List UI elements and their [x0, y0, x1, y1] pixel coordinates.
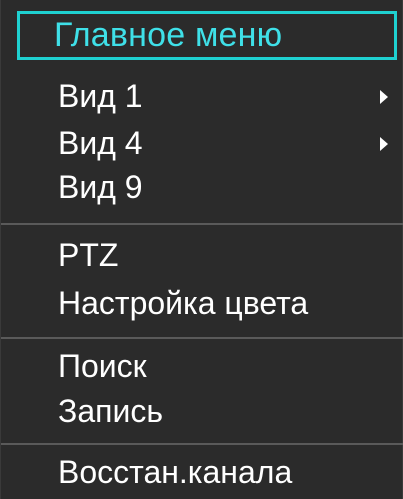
menu-item-label: Вид 4: [58, 125, 143, 161]
menu-item-view-9[interactable]: Вид 9: [1, 165, 403, 209]
menu-item-label: Поиск: [58, 348, 147, 384]
divider: [1, 443, 403, 445]
menu-item-label: Запись: [58, 393, 163, 429]
menu-item-label: PTZ: [58, 237, 119, 273]
chevron-right-icon: [380, 137, 388, 151]
menu-item-record[interactable]: Запись: [1, 389, 403, 433]
menu-item-view-1[interactable]: Вид 1: [1, 74, 403, 118]
menu-item-label: Вид 9: [58, 169, 143, 205]
menu-item-search[interactable]: Поиск: [1, 344, 403, 388]
chevron-right-icon: [380, 90, 388, 104]
menu-item-label: Настройка цвета: [58, 285, 309, 321]
menu-item-label: Восстан.канала: [58, 454, 293, 490]
menu-item-channel-restore[interactable]: Восстан.канала: [1, 450, 403, 494]
main-menu: Главное меню Вид 1 Вид 4 Вид 9 PTZ Настр…: [0, 0, 403, 499]
divider: [1, 337, 403, 339]
menu-item-color-settings[interactable]: Настройка цвета: [1, 281, 403, 325]
menu-title: Главное меню: [17, 11, 397, 60]
menu-item-ptz[interactable]: PTZ: [1, 233, 403, 277]
menu-item-label: Вид 1: [58, 78, 143, 114]
divider: [1, 223, 403, 225]
menu-item-view-4[interactable]: Вид 4: [1, 121, 403, 165]
